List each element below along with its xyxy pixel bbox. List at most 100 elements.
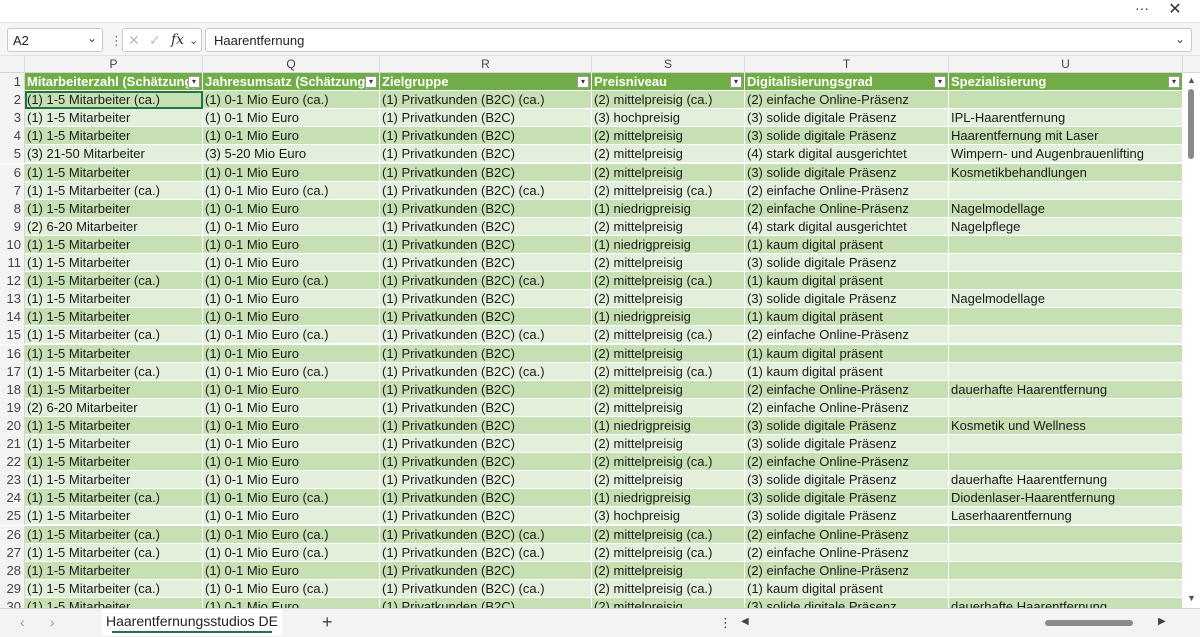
row-number[interactable]: 17 [0, 362, 25, 381]
table-cell[interactable]: (1) 0-1 Mio Euro (ca.) [203, 489, 380, 508]
table-cell[interactable]: (1) Privatkunden (B2C) [380, 561, 592, 580]
table-cell[interactable]: Nagelpflege [949, 217, 1183, 236]
table-cell[interactable]: (1) 1-5 Mitarbeiter [25, 308, 203, 327]
table-cell[interactable]: (2) mittelpreisig [592, 217, 745, 236]
table-header-cell[interactable]: Digitalisierungsgrad ▾ [745, 73, 949, 92]
filter-dropdown-icon[interactable]: ▾ [188, 76, 200, 88]
table-cell[interactable]: (2) mittelpreisig (ca.) [592, 91, 745, 110]
table-cell[interactable]: (1) 1-5 Mitarbeiter (ca.) [25, 181, 203, 200]
table-cell[interactable]: (3) solide digitale Präsenz [745, 507, 949, 526]
table-cell[interactable]: (1) Privatkunden (B2C) [380, 471, 592, 490]
table-cell[interactable]: (1) 0-1 Mio Euro [203, 398, 380, 417]
table-cell[interactable]: (1) Privatkunden (B2C) [380, 308, 592, 327]
filter-dropdown-icon[interactable]: ▾ [1168, 76, 1180, 88]
table-cell[interactable]: (1) kaum digital präsent [745, 272, 949, 291]
row-number[interactable]: 13 [0, 290, 25, 309]
table-header-cell[interactable]: Spezialisierung ▾ [949, 73, 1183, 92]
table-cell[interactable]: (2) einfache Online-Präsenz [745, 326, 949, 345]
table-cell[interactable]: (3) hochpreisig [592, 507, 745, 526]
table-cell[interactable]: (2) einfache Online-Präsenz [745, 199, 949, 218]
table-cell[interactable]: (2) einfache Online-Präsenz [745, 561, 949, 580]
row-number[interactable]: 25 [0, 507, 25, 526]
table-cell[interactable]: (2) mittelpreisig (ca.) [592, 362, 745, 381]
table-cell[interactable]: (1) 1-5 Mitarbeiter [25, 597, 203, 608]
row-number[interactable]: 1 [0, 73, 25, 92]
row-number[interactable]: 2 [0, 91, 25, 110]
table-cell[interactable]: dauerhafte Haarentfernung [949, 471, 1183, 490]
table-cell[interactable]: (2) mittelpreisig (ca.) [592, 579, 745, 598]
table-cell[interactable]: (2) mittelpreisig [592, 380, 745, 399]
table-cell[interactable]: (1) 1-5 Mitarbeiter (ca.) [25, 543, 203, 562]
table-cell[interactable]: (1) 0-1 Mio Euro (ca.) [203, 362, 380, 381]
table-cell[interactable]: (2) 6-20 Mitarbeiter [25, 217, 203, 236]
row-number[interactable]: 22 [0, 453, 25, 472]
table-cell[interactable] [949, 326, 1183, 345]
select-all-corner[interactable] [0, 56, 25, 73]
table-cell[interactable]: dauerhafte Haarentfernung [949, 597, 1183, 608]
close-button[interactable]: ✕ [1166, 1, 1184, 19]
table-cell[interactable]: (1) Privatkunden (B2C) (ca.) [380, 579, 592, 598]
table-cell[interactable]: (1) 0-1 Mio Euro [203, 453, 380, 472]
column-header-t[interactable]: T [745, 56, 949, 73]
row-number[interactable]: 26 [0, 525, 25, 544]
table-cell[interactable]: (1) Privatkunden (B2C) (ca.) [380, 181, 592, 200]
table-cell[interactable]: (2) mittelpreisig [592, 435, 745, 454]
table-cell[interactable]: (1) 1-5 Mitarbeiter [25, 254, 203, 273]
table-cell[interactable]: (2) mittelpreisig [592, 471, 745, 490]
scroll-down-icon[interactable]: ▼ [1187, 593, 1196, 603]
filter-dropdown-icon[interactable]: ▾ [934, 76, 946, 88]
table-cell[interactable]: (1) 1-5 Mitarbeiter (ca.) [25, 272, 203, 291]
row-number[interactable]: 6 [0, 163, 25, 182]
table-cell[interactable]: (1) 1-5 Mitarbeiter [25, 380, 203, 399]
table-cell[interactable]: (1) Privatkunden (B2C) [380, 235, 592, 254]
column-header-p[interactable]: P [25, 56, 203, 73]
table-cell[interactable]: (3) solide digitale Präsenz [745, 254, 949, 273]
table-cell[interactable]: (1) 0-1 Mio Euro [203, 380, 380, 399]
table-cell[interactable]: (1) 0-1 Mio Euro [203, 435, 380, 454]
table-cell[interactable]: (3) solide digitale Präsenz [745, 435, 949, 454]
table-cell[interactable]: (1) niedrigpreisig [592, 489, 745, 508]
table-cell[interactable]: (1) Privatkunden (B2C) (ca.) [380, 525, 592, 544]
table-cell[interactable]: (3) solide digitale Präsenz [745, 290, 949, 309]
table-header-cell[interactable]: Jahresumsatz (Schätzung) ▾ [203, 73, 380, 92]
table-cell[interactable]: (1) Privatkunden (B2C) [380, 217, 592, 236]
table-cell[interactable]: (1) 0-1 Mio Euro [203, 416, 380, 435]
table-cell[interactable]: (1) 0-1 Mio Euro [203, 561, 380, 580]
table-cell[interactable]: (1) Privatkunden (B2C) [380, 398, 592, 417]
table-cell[interactable]: (1) 0-1 Mio Euro [203, 471, 380, 490]
row-number[interactable]: 16 [0, 344, 25, 363]
horizontal-scroll-thumb[interactable] [1045, 620, 1133, 626]
table-cell[interactable]: (1) Privatkunden (B2C) [380, 199, 592, 218]
row-number[interactable]: 20 [0, 416, 25, 435]
table-cell[interactable]: (1) 1-5 Mitarbeiter [25, 163, 203, 182]
table-cell[interactable]: (2) mittelpreisig (ca.) [592, 525, 745, 544]
table-cell[interactable]: (3) solide digitale Präsenz [745, 109, 949, 128]
table-cell[interactable]: (1) Privatkunden (B2C) [380, 254, 592, 273]
row-number[interactable]: 30 [0, 597, 25, 608]
table-cell[interactable] [949, 579, 1183, 598]
sheet-next-icon[interactable]: › [50, 614, 55, 630]
table-cell[interactable]: (3) 21-50 Mitarbeiter [25, 145, 203, 164]
table-header-cell[interactable]: Zielgruppe ▾ [380, 73, 592, 92]
vertical-scrollbar[interactable]: ▲ ▼ [1183, 73, 1200, 608]
row-number[interactable]: 10 [0, 235, 25, 254]
table-cell[interactable]: (1) Privatkunden (B2C) (ca.) [380, 362, 592, 381]
table-cell[interactable]: (1) Privatkunden (B2C) [380, 344, 592, 363]
row-number[interactable]: 21 [0, 435, 25, 454]
table-cell[interactable]: IPL-Haarentfernung [949, 109, 1183, 128]
table-cell[interactable] [949, 91, 1183, 110]
table-cell[interactable]: (1) 1-5 Mitarbeiter (ca.) [25, 525, 203, 544]
table-cell[interactable]: (1) 0-1 Mio Euro [203, 507, 380, 526]
table-cell[interactable]: (1) 1-5 Mitarbeiter [25, 109, 203, 128]
table-cell[interactable]: (1) Privatkunden (B2C) [380, 145, 592, 164]
table-cell[interactable]: (1) 0-1 Mio Euro [203, 597, 380, 608]
table-cell[interactable]: (1) Privatkunden (B2C) [380, 507, 592, 526]
table-cell[interactable]: (1) Privatkunden (B2C) [380, 489, 592, 508]
table-cell[interactable]: (3) solide digitale Präsenz [745, 416, 949, 435]
table-cell[interactable] [949, 561, 1183, 580]
table-cell[interactable]: (1) niedrigpreisig [592, 416, 745, 435]
row-number[interactable]: 23 [0, 471, 25, 490]
row-number[interactable]: 8 [0, 199, 25, 218]
table-cell[interactable]: (1) 0-1 Mio Euro (ca.) [203, 326, 380, 345]
table-cell[interactable]: (1) 1-5 Mitarbeiter (ca.) [25, 326, 203, 345]
